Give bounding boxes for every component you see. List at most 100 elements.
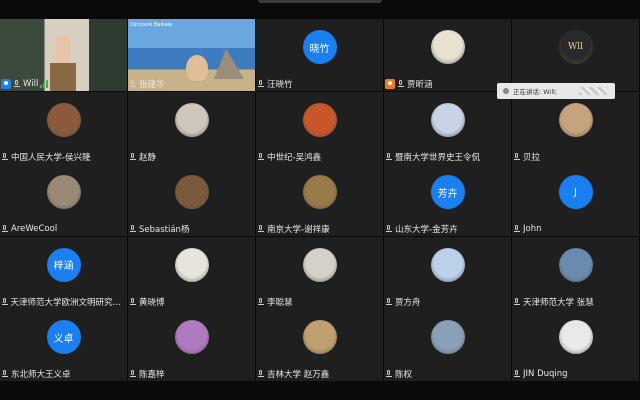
nameplate: 山东大学-金芳卉 (385, 223, 458, 235)
participant-tile[interactable]: 贾昕涵 (384, 19, 511, 91)
mic-muted-icon (257, 224, 265, 234)
avatar: Wll (558, 30, 593, 64)
avatar (174, 247, 209, 282)
nameplate: 天津师范大学欧洲文明研究院-... (1, 296, 125, 308)
nameplate: 贾方舟 (385, 296, 421, 308)
mic-muted-icon (129, 224, 137, 234)
participant-tile[interactable]: 贾方舟 (384, 236, 511, 309)
mic-muted-icon (129, 79, 137, 89)
participant-tile[interactable]: Wll (512, 19, 639, 91)
avatar: 晓竹 (302, 30, 337, 64)
avatar (302, 102, 337, 137)
podium (50, 63, 76, 91)
speaker-icon (503, 88, 509, 94)
participant-name: AreWeCool (11, 224, 58, 234)
participant-name: 天津师范大学 张慧 (523, 297, 594, 308)
participant-tile[interactable]: 陈权 (384, 309, 511, 381)
participant-name: 吉林大学 赵万鑫 (267, 370, 330, 380)
participant-tile[interactable]: 南京大学-谢祥康 (256, 164, 383, 236)
mic-muted-icon (1, 297, 9, 307)
participant-name: Will (23, 79, 39, 89)
participant-tile[interactable]: 暨南大学世界史王令侃 (384, 91, 511, 164)
participant-name: 中国人民大学-侯兴隆 (11, 152, 91, 163)
nameplate: AreWeCool (1, 223, 57, 235)
mic-muted-icon (385, 297, 393, 307)
participant-tile[interactable]: 贝拉 (512, 91, 639, 164)
participant-name: 暨南大学世界史王令侃 (395, 152, 481, 163)
participant-tile[interactable]: J John (512, 164, 639, 236)
nameplate: John (513, 223, 541, 235)
participant-tile[interactable]: 吉林大学 赵万鑫 (256, 309, 383, 381)
mic-muted-icon (513, 224, 521, 234)
participant-name: 天津师范大学欧洲文明研究院-... (10, 297, 125, 308)
mic-muted-icon (13, 79, 21, 89)
mic-muted-icon (397, 79, 405, 89)
participant-tile[interactable]: Will (0, 19, 127, 91)
nameplate: 黄晓博 (129, 296, 165, 308)
avatar (46, 175, 81, 209)
mic-muted-icon (1, 224, 9, 234)
speaking-indicator: 正在讲话: Will; (497, 83, 615, 99)
participant-tile[interactable]: 陈嘉梓 (128, 309, 255, 381)
participant-tile[interactable]: 梓涵 天津师范大学欧洲文明研究院-... (0, 236, 127, 309)
mic-muted-icon (513, 152, 521, 162)
mic-muted-icon (257, 369, 265, 379)
avatar (558, 320, 593, 354)
participant-name: 张建华 (139, 80, 165, 90)
avatar (302, 175, 337, 209)
mic-muted-icon (129, 369, 137, 379)
avatar (430, 320, 465, 354)
mic-muted-icon (385, 369, 393, 379)
avatar (174, 175, 209, 209)
user-icon (1, 79, 11, 89)
participant-name: 李聪慧 (267, 297, 293, 308)
participant-tile[interactable]: Ostrovok Baikala 张建华 (128, 19, 255, 91)
participant-name: 黄晓博 (139, 297, 165, 308)
participant-grid: Will Ostrovok Baikala 张建华 晓竹 汪晓竹贾昕涵 Wll 中国人民大学… (0, 19, 640, 381)
host-icon (385, 79, 395, 89)
avatar (558, 102, 593, 137)
mic-muted-icon (257, 152, 265, 162)
mic-muted-icon (385, 152, 393, 162)
speaking-pattern (579, 87, 607, 95)
participant-tile[interactable]: 李聪慧 (256, 236, 383, 309)
avatar (302, 320, 337, 354)
participant-face (186, 55, 208, 81)
participant-name: 贾方舟 (395, 297, 421, 308)
nameplate: 东北师大王义卓 (1, 368, 71, 380)
participant-name: 山东大学-金芳卉 (395, 225, 458, 235)
nameplate: Will (1, 78, 49, 90)
nameplate: 陈权 (385, 368, 412, 380)
participant-name: John (523, 224, 542, 234)
video-caption: Ostrovok Baikala (130, 22, 173, 28)
participant-tile[interactable]: 中世纪-吴鸿鑫 (256, 91, 383, 164)
signal-icon (40, 80, 49, 88)
participant-name: 贾昕涵 (407, 80, 433, 90)
participant-tile[interactable]: 天津师范大学 张慧 (512, 236, 639, 309)
mic-muted-icon (129, 152, 137, 162)
top-notch (258, 0, 382, 3)
avatar (302, 247, 337, 282)
nameplate: 吉林大学 赵万鑫 (257, 368, 329, 380)
mic-muted-icon (1, 369, 9, 379)
participant-tile[interactable]: 义卓 东北师大王义卓 (0, 309, 127, 381)
participant-tile[interactable]: 黄晓博 (128, 236, 255, 309)
participant-tile[interactable]: 芳卉山东大学-金芳卉 (384, 164, 511, 236)
nameplate: 陈嘉梓 (129, 368, 165, 380)
mic-muted-icon (1, 152, 9, 162)
participant-tile[interactable]: 中国人民大学-侯兴隆 (0, 91, 127, 164)
participant-tile[interactable]: 赵静 (128, 91, 255, 164)
participant-tile[interactable]: 晓竹 汪晓竹 (256, 19, 383, 91)
participant-tile[interactable]: JIN Duqing (512, 309, 639, 381)
nameplate: 中国人民大学-侯兴隆 (1, 151, 91, 163)
participant-name: 南京大学-谢祥康 (267, 225, 330, 235)
participant-name: 贝拉 (523, 152, 541, 163)
participant-tile[interactable]: Sebastián杨 (128, 164, 255, 236)
avatar (558, 247, 593, 282)
avatar: 芳卉 (430, 175, 465, 209)
participant-tile[interactable]: AreWeCool (0, 164, 127, 236)
participant-name: 东北师大王义卓 (11, 370, 71, 380)
avatar (430, 30, 465, 64)
participant-name: 陈嘉梓 (139, 370, 165, 380)
avatar (430, 102, 465, 137)
